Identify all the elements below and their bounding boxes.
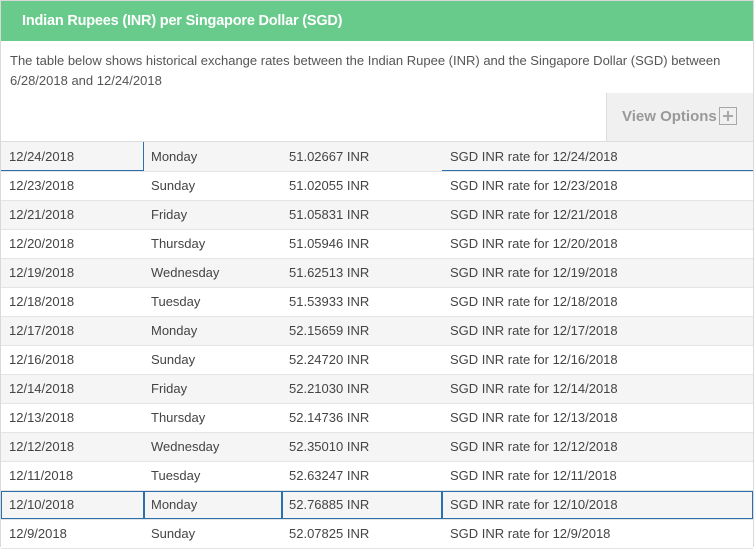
- rate-link-cell[interactable]: SGD INR rate for 12/23/2018: [442, 171, 753, 201]
- rate-link[interactable]: SGD INR rate for 12/12/2018: [450, 439, 618, 454]
- view-options-button[interactable]: View Options: [606, 93, 753, 141]
- date-cell: 12/18/2018: [1, 287, 144, 317]
- rates-table: 12/24/2018 Monday 51.02667 INR SGD INR rate…: [1, 142, 753, 549]
- date-cell: 12/23/2018: [1, 171, 144, 201]
- rate-link-cell[interactable]: SGD INR rate for 12/21/2018: [442, 200, 753, 230]
- table-row[interactable]: 12/11/2018 Tuesday 52.63247 INR SGD INR rat…: [1, 461, 753, 491]
- rate-link-cell[interactable]: SGD INR rate for 12/9/2018: [442, 519, 753, 549]
- plus-icon[interactable]: [719, 107, 737, 125]
- rate-cell: 52.21030 INR: [282, 374, 442, 404]
- exchange-rate-panel: Indian Rupees (INR) per Singapore Dollar…: [0, 0, 754, 549]
- table-row[interactable]: 12/14/2018 Friday 52.21030 INR SGD INR rate…: [1, 374, 753, 404]
- day-cell: Thursday: [144, 403, 282, 433]
- table-description: The table below shows historical exchang…: [10, 53, 721, 88]
- rate-cell: 52.14736 INR: [282, 403, 442, 433]
- table-row[interactable]: 12/23/2018 Sunday 51.02055 INR SGD INR rate…: [1, 171, 753, 201]
- table-row[interactable]: 12/9/2018 Sunday 52.07825 INR SGD INR rate …: [1, 519, 753, 549]
- date-cell: 12/12/2018: [1, 432, 144, 462]
- table-row[interactable]: 12/12/2018 Wednesday 52.35010 INR SGD INR r…: [1, 432, 753, 462]
- table-row[interactable]: 12/19/2018 Wednesday 51.62513 INR SGD INR r…: [1, 258, 753, 288]
- rate-cell: 51.02667 INR: [282, 142, 442, 172]
- date-cell: 12/13/2018: [1, 403, 144, 433]
- day-cell: Monday: [144, 142, 282, 172]
- day-cell: Wednesday: [144, 432, 282, 462]
- table-row[interactable]: 12/20/2018 Thursday 51.05946 INR SGD INR ra…: [1, 229, 753, 259]
- day-cell: Wednesday: [144, 258, 282, 288]
- day-cell: Friday: [144, 374, 282, 404]
- rate-link[interactable]: SGD INR rate for 12/21/2018: [450, 207, 618, 222]
- table-row[interactable]: 12/21/2018 Friday 51.05831 INR SGD INR rate…: [1, 200, 753, 230]
- rate-link-cell[interactable]: SGD INR rate for 12/17/2018: [442, 316, 753, 346]
- rate-cell: 52.63247 INR: [282, 461, 442, 491]
- rate-cell: 52.15659 INR: [282, 316, 442, 346]
- day-cell: Sunday: [144, 171, 282, 201]
- rate-link-cell[interactable]: SGD INR rate for 12/10/2018: [442, 490, 753, 520]
- rate-link-cell[interactable]: SGD INR rate for 12/24/2018: [442, 142, 753, 172]
- rate-link[interactable]: SGD INR rate for 12/18/2018: [450, 294, 618, 309]
- rate-cell: 52.35010 INR: [282, 432, 442, 462]
- rate-link[interactable]: SGD INR rate for 12/16/2018: [450, 352, 618, 367]
- rates-table-body: 12/24/2018 Monday 51.02667 INR SGD INR rate…: [1, 142, 753, 549]
- date-cell: 12/19/2018: [1, 258, 144, 288]
- date-cell: 12/20/2018: [1, 229, 144, 259]
- day-cell: Sunday: [144, 345, 282, 375]
- rate-link[interactable]: SGD INR rate for 12/10/2018: [450, 497, 618, 512]
- table-row[interactable]: 12/24/2018 Monday 51.02667 INR SGD INR rate…: [1, 142, 753, 172]
- rate-link[interactable]: SGD INR rate for 12/24/2018: [450, 149, 618, 164]
- rate-link[interactable]: SGD INR rate for 12/20/2018: [450, 236, 618, 251]
- rate-cell: 51.53933 INR: [282, 287, 442, 317]
- rate-link-cell[interactable]: SGD INR rate for 12/16/2018: [442, 345, 753, 375]
- view-options-label: View Options: [622, 108, 717, 125]
- rate-link-cell[interactable]: SGD INR rate for 12/12/2018: [442, 432, 753, 462]
- date-cell: 12/14/2018: [1, 374, 144, 404]
- table-row[interactable]: 12/17/2018 Monday 52.15659 INR SGD INR rate…: [1, 316, 753, 346]
- table-row[interactable]: 12/16/2018 Sunday 52.24720 INR SGD INR rate…: [1, 345, 753, 375]
- rate-link-cell[interactable]: SGD INR rate for 12/19/2018: [442, 258, 753, 288]
- rate-link[interactable]: SGD INR rate for 12/11/2018: [450, 468, 617, 483]
- date-cell: 12/9/2018: [1, 519, 144, 549]
- rate-link-cell[interactable]: SGD INR rate for 12/20/2018: [442, 229, 753, 259]
- date-cell: 12/17/2018: [1, 316, 144, 346]
- panel-title: Indian Rupees (INR) per Singapore Dollar…: [1, 1, 753, 41]
- day-cell: Monday: [144, 316, 282, 346]
- date-cell: 12/21/2018: [1, 200, 144, 230]
- date-cell: 12/16/2018: [1, 345, 144, 375]
- day-cell: Monday: [144, 490, 282, 520]
- rate-cell: 52.76885 INR: [282, 490, 442, 520]
- rate-link[interactable]: SGD INR rate for 12/17/2018: [450, 323, 618, 338]
- rate-link-cell[interactable]: SGD INR rate for 12/13/2018: [442, 403, 753, 433]
- day-cell: Friday: [144, 200, 282, 230]
- rate-link[interactable]: SGD INR rate for 12/13/2018: [450, 410, 618, 425]
- table-row[interactable]: 12/13/2018 Thursday 52.14736 INR SGD INR ra…: [1, 403, 753, 433]
- rate-cell: 51.05946 INR: [282, 229, 442, 259]
- rate-link[interactable]: SGD INR rate for 12/23/2018: [450, 178, 618, 193]
- rate-cell: 51.05831 INR: [282, 200, 442, 230]
- rate-link[interactable]: SGD INR rate for 12/9/2018: [450, 526, 610, 541]
- day-cell: Tuesday: [144, 287, 282, 317]
- rate-cell: 52.07825 INR: [282, 519, 442, 549]
- table-row[interactable]: 12/10/2018 Monday 52.76885 INR SGD INR rate…: [1, 490, 753, 520]
- rate-link-cell[interactable]: SGD INR rate for 12/11/2018: [442, 461, 753, 491]
- day-cell: Tuesday: [144, 461, 282, 491]
- rate-link-cell[interactable]: SGD INR rate for 12/14/2018: [442, 374, 753, 404]
- date-cell: 12/11/2018: [1, 461, 144, 491]
- table-row[interactable]: 12/18/2018 Tuesday 51.53933 INR SGD INR rat…: [1, 287, 753, 317]
- day-cell: Thursday: [144, 229, 282, 259]
- rate-cell: 51.62513 INR: [282, 258, 442, 288]
- rate-cell: 52.24720 INR: [282, 345, 442, 375]
- rate-cell: 51.02055 INR: [282, 171, 442, 201]
- rate-link[interactable]: SGD INR rate for 12/14/2018: [450, 381, 618, 396]
- day-cell: Sunday: [144, 519, 282, 549]
- date-cell: 12/24/2018: [1, 142, 144, 172]
- rate-link-cell[interactable]: SGD INR rate for 12/18/2018: [442, 287, 753, 317]
- rate-link[interactable]: SGD INR rate for 12/19/2018: [450, 265, 618, 280]
- table-toolbar: View Options: [1, 93, 753, 142]
- date-cell: 12/10/2018: [1, 490, 144, 520]
